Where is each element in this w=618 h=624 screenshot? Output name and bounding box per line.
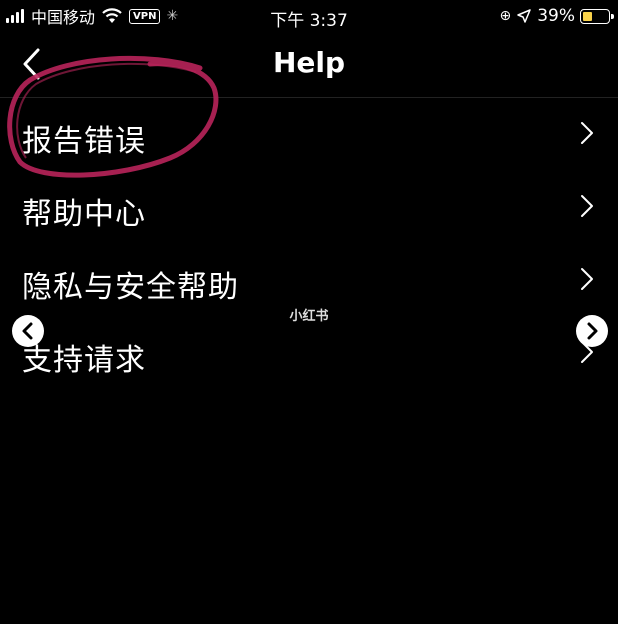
menu-item-report-bug[interactable]: 报告错误	[0, 98, 618, 171]
chevron-right-icon	[581, 122, 593, 144]
location-arrow-icon	[517, 9, 531, 23]
menu-item-support-request[interactable]: 支持请求	[0, 317, 618, 390]
chevron-right-icon	[581, 195, 593, 217]
status-bar: 中国移动 VPN ✳ 下午 3:37 ⊕ 39%	[0, 0, 618, 32]
chevron-left-icon	[22, 322, 33, 340]
menu-item-label: 报告错误	[22, 124, 146, 159]
battery-fill	[583, 11, 593, 21]
rotation-lock-icon: ⊕	[499, 8, 512, 24]
battery-percent: 39%	[537, 6, 575, 26]
menu-item-label: 隐私与安全帮助	[22, 270, 239, 305]
status-bar-right: ⊕ 39%	[499, 6, 614, 26]
battery-icon	[580, 8, 614, 24]
menu-item-help-center[interactable]: 帮助中心	[0, 171, 618, 244]
watermark-text: 小红书	[289, 309, 329, 324]
help-menu-list: 报告错误 帮助中心 隐私与安全帮助 支持请求	[0, 98, 618, 390]
carousel-next-button[interactable]	[576, 315, 608, 347]
page-title: Help	[272, 46, 346, 79]
chevron-right-icon	[587, 322, 598, 340]
carousel-prev-button[interactable]	[12, 315, 44, 347]
menu-item-label: 帮助中心	[22, 197, 146, 232]
chevron-right-icon	[581, 268, 593, 290]
navigation-bar: Help	[0, 32, 618, 98]
